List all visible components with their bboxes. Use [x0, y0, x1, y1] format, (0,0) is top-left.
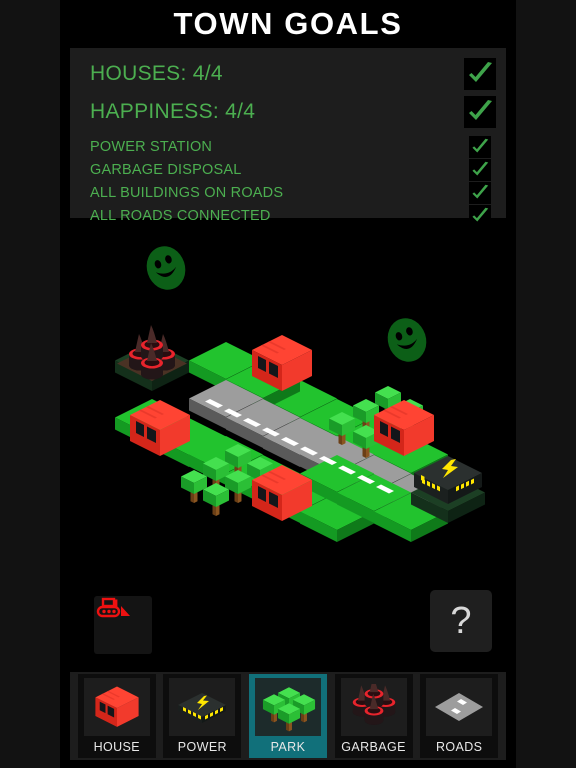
goal-check-icon	[464, 58, 496, 90]
goal-label: POWER STATION	[90, 139, 213, 155]
power-icon	[178, 693, 227, 723]
house-icon	[95, 686, 139, 727]
goal-label: GARBAGE DISPOSAL	[90, 162, 242, 178]
smiley-icon	[387, 318, 427, 362]
tool-label: GARBAGE	[341, 740, 406, 754]
goals-panel: HOUSES: 4/4 HAPPINESS: 4/4 POWER STATION…	[70, 48, 506, 227]
goal-check-icon	[469, 159, 491, 181]
goal-check-icon	[469, 136, 491, 158]
tool-roads[interactable]: ROADS	[420, 674, 499, 758]
power-thumb	[169, 678, 236, 736]
bulldozer-icon	[96, 597, 130, 618]
goal-check-icon	[469, 182, 491, 204]
tool-park[interactable]: PARK	[248, 674, 327, 758]
park-icon	[262, 687, 316, 732]
goal-row-houses: HOUSES: 4/4	[90, 58, 496, 90]
smiley-icon	[146, 246, 186, 290]
tool-label: HOUSE	[93, 740, 141, 754]
game-stage: TOWN GOALS HOUSES: 4/4 HAPPINESS: 4/4 PO…	[60, 0, 516, 768]
town-scene[interactable]: ?	[70, 222, 506, 666]
demolish-button[interactable]	[94, 596, 152, 654]
build-toolbar: HOUSE POWER PARK GARBAGE ROADS	[70, 672, 506, 760]
goal-label: ALL BUILDINGS ON ROADS	[90, 185, 284, 201]
goal-check-icon	[464, 96, 496, 128]
tool-power[interactable]: POWER	[163, 674, 242, 758]
roads-icon	[435, 693, 484, 721]
house-thumb	[83, 678, 150, 736]
tool-house[interactable]: HOUSE	[77, 674, 156, 758]
tool-label: ROADS	[435, 740, 483, 754]
garbage-icon	[352, 684, 395, 725]
goal-row-happiness: HAPPINESS: 4/4	[90, 96, 496, 128]
help-button[interactable]: ?	[430, 590, 492, 652]
goal-row-power-station: POWER STATION	[90, 136, 496, 158]
tool-label: PARK	[270, 740, 306, 754]
goal-row-buildings-on-roads: ALL BUILDINGS ON ROADS	[90, 182, 496, 204]
garbage-thumb	[340, 678, 407, 736]
roads-thumb	[426, 678, 493, 736]
park-thumb	[254, 678, 321, 736]
app-frame: TOWN GOALS HOUSES: 4/4 HAPPINESS: 4/4 PO…	[0, 0, 576, 768]
goal-label: HOUSES: 4/4	[90, 62, 223, 85]
goal-row-garbage-disposal: GARBAGE DISPOSAL	[90, 159, 496, 181]
page-title: TOWN GOALS	[60, 0, 516, 48]
tool-label: POWER	[177, 740, 227, 754]
tool-garbage[interactable]: GARBAGE	[334, 674, 413, 758]
goal-label: HAPPINESS: 4/4	[90, 100, 256, 123]
